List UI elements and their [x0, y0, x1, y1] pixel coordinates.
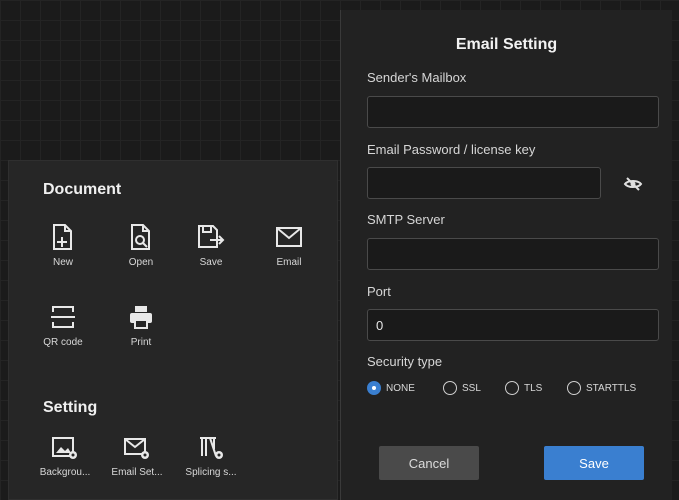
smtp-server-label: SMTP Server [367, 212, 445, 227]
new-button[interactable]: New [31, 223, 95, 268]
sender-mailbox-label: Sender's Mailbox [367, 70, 467, 85]
background-settings-icon [52, 437, 77, 459]
sender-mailbox-input[interactable] [367, 96, 659, 128]
security-tls-radio[interactable]: TLS [505, 378, 542, 398]
toggle-password-visibility-button[interactable] [621, 172, 645, 196]
setting-section-title: Setting [43, 399, 98, 416]
security-type-radio-group: NONE SSL TLS STARTTLS [367, 378, 667, 398]
email-button[interactable]: Email [257, 223, 321, 268]
email-password-label: Email Password / license key [367, 142, 536, 157]
email-setting-panel: Email Setting Sender's Mailbox Email Pas… [340, 10, 672, 500]
smtp-server-input[interactable] [367, 238, 659, 270]
print-label: Print [130, 337, 152, 348]
print-icon [130, 306, 152, 329]
new-label: New [52, 257, 73, 268]
security-starttls-label: STARTTLS [586, 382, 637, 394]
background-settings-button[interactable]: Backgrou... [33, 435, 97, 478]
security-none-label: NONE [386, 382, 415, 394]
splicing-settings-icon [200, 437, 223, 459]
save-file-label: Save [199, 257, 223, 268]
port-input[interactable] [367, 309, 659, 341]
background-settings-label: Backgrou... [39, 467, 91, 478]
security-none-radio[interactable]: NONE [367, 378, 415, 398]
email-settings-button[interactable]: Email Set... [105, 435, 169, 478]
security-ssl-label: SSL [462, 382, 481, 394]
radio-indicator [505, 381, 519, 395]
document-panel: Document New Open Save Email QR code Pri… [8, 160, 338, 500]
port-label: Port [367, 284, 391, 299]
open-label: Open [128, 257, 154, 268]
security-type-label: Security type [367, 354, 443, 369]
radio-selected-indicator [367, 381, 381, 395]
save-button[interactable]: Save [544, 446, 644, 480]
save-icon [198, 225, 225, 248]
email-setting-title: Email Setting [455, 36, 558, 53]
save-file-button[interactable]: Save [179, 223, 243, 268]
qr-code-icon [51, 306, 75, 328]
radio-indicator [567, 381, 581, 395]
email-settings-icon [124, 438, 149, 459]
open-button[interactable]: Open [109, 223, 173, 268]
email-settings-label: Email Set... [111, 467, 163, 478]
email-icon [276, 227, 302, 247]
splicing-settings-label: Splicing s... [185, 467, 237, 478]
print-button[interactable]: Print [109, 303, 173, 348]
splicing-settings-button[interactable]: Splicing s... [179, 435, 243, 478]
security-ssl-radio[interactable]: SSL [443, 378, 481, 398]
eye-off-icon [623, 177, 643, 191]
radio-indicator [443, 381, 457, 395]
email-label: Email [276, 257, 302, 268]
new-file-icon [53, 224, 72, 250]
email-password-input[interactable] [367, 167, 601, 199]
cancel-button[interactable]: Cancel [379, 446, 479, 480]
security-starttls-radio[interactable]: STARTTLS [567, 378, 636, 398]
open-file-icon [131, 224, 150, 250]
security-tls-label: TLS [524, 382, 543, 394]
document-section-title: Document [43, 181, 122, 198]
qr-code-button[interactable]: QR code [31, 303, 95, 348]
qr-code-label: QR code [43, 337, 83, 348]
